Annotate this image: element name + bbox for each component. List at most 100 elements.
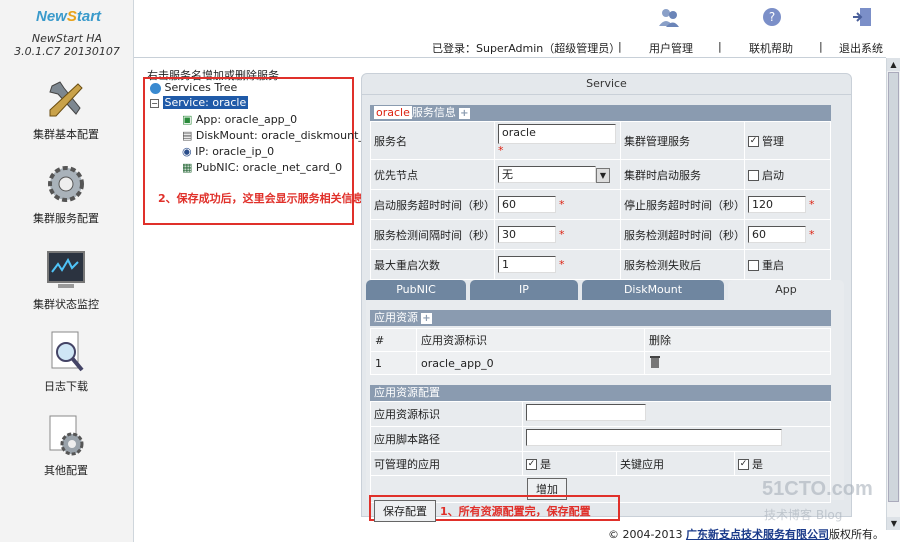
tree-pubnic-node[interactable]: ▦ PubNIC: oracle_net_card_0 xyxy=(182,161,342,174)
tab-pubnic[interactable]: PubNIC xyxy=(366,280,466,300)
stop-timeout-input[interactable]: 120 xyxy=(748,196,806,213)
add-icon[interactable]: + xyxy=(421,312,432,324)
priority-node-label: 优先节点 xyxy=(370,159,495,190)
start-timeout-input[interactable]: 60 xyxy=(498,196,556,213)
tree-disk-node[interactable]: ▤ DiskMount: oracle_diskmount_0 xyxy=(182,129,371,142)
magnifier-icon xyxy=(51,331,84,372)
footer: © 2004-2013 广东新支点技术服务有限公司版权所有。 xyxy=(608,528,884,541)
stop-timeout-label: 停止服务超时时间（秒） xyxy=(620,189,745,220)
service-info-header: oracle 服务信息 + xyxy=(370,105,831,121)
startup-checkbox[interactable] xyxy=(748,170,759,181)
col-delete: 删除 xyxy=(644,328,831,352)
script-path-label: 应用脚本路径 xyxy=(370,426,523,452)
sidebar-item-label: 日志下载 xyxy=(44,380,88,393)
col-id: 应用资源标识 xyxy=(416,328,645,352)
resource-id-input[interactable] xyxy=(526,404,646,421)
script-path-input[interactable] xyxy=(526,429,782,446)
priority-node-select[interactable]: 无 xyxy=(498,166,596,183)
service-name-input[interactable]: oracle xyxy=(498,124,616,144)
gear-icon xyxy=(48,166,84,202)
check-interval-input[interactable]: 30 xyxy=(498,226,556,243)
check-timeout-label: 服务检测超时时间（秒） xyxy=(620,219,745,250)
user-management-link[interactable]: 用户管理 xyxy=(649,40,693,56)
globe-icon xyxy=(150,82,161,94)
users-icon[interactable] xyxy=(658,6,680,28)
company-link[interactable]: 广东新支点技术服务有限公司 xyxy=(686,528,829,541)
restart-checkbox[interactable] xyxy=(748,260,759,271)
sidebar-item-label: 其他配置 xyxy=(44,464,88,477)
svg-text:?: ? xyxy=(769,10,775,24)
top-bar: 已登录：SuperAdmin（超级管理员） | 用户管理 | 联机帮助 | 退出… xyxy=(134,34,886,58)
save-config-button[interactable]: 保存配置 xyxy=(374,500,436,522)
tree-service-node[interactable]: − Service: oracle xyxy=(150,96,249,109)
key-app-checkbox[interactable]: ✓ xyxy=(738,459,749,470)
sidebar-item-basic-config[interactable]: 集群基本配置 xyxy=(10,78,122,142)
nic-icon: ▦ xyxy=(182,161,193,174)
app-window: NewStart NewStart HA 3.0.1.C7 20130107 集群… xyxy=(0,0,900,542)
sidebar: NewStart NewStart HA 3.0.1.C7 20130107 集群… xyxy=(0,0,134,542)
logged-in-text: 已登录：SuperAdmin（超级管理员） xyxy=(432,42,621,55)
table-row: 1 oracle_app_0 xyxy=(370,351,831,375)
check-timeout-input[interactable]: 60 xyxy=(748,226,806,243)
collapse-icon[interactable]: − xyxy=(150,98,159,108)
on-failure-label: 服务检测失败后 xyxy=(620,249,745,280)
scroll-up-icon[interactable]: ▲ xyxy=(887,58,900,71)
scroll-thumb[interactable] xyxy=(888,72,899,502)
col-num: # xyxy=(370,328,417,352)
sidebar-item-service-config[interactable]: 集群服务配置 xyxy=(10,162,122,226)
managed-checkbox[interactable]: ✓ xyxy=(748,136,759,147)
tab-ip[interactable]: IP xyxy=(470,280,578,300)
row-id: oracle_app_0 xyxy=(416,351,645,375)
app-resources-header: 应用资源 + xyxy=(370,310,831,326)
app-config-header: 应用资源配置 xyxy=(370,385,831,401)
service-info-form: 服务名 oracle * 集群管理服务 ✓ 管理 优先节点 无 ▼ 集群时启动服务 启… xyxy=(370,121,831,280)
tree-root[interactable]: Services Tree xyxy=(150,81,237,94)
logout-icon[interactable] xyxy=(851,6,873,28)
ip-icon: ◉ xyxy=(182,145,192,158)
separator: | xyxy=(718,40,722,53)
scroll-down-icon[interactable]: ▼ xyxy=(887,517,900,530)
max-retries-input[interactable]: 1 xyxy=(498,256,556,273)
chevron-down-icon[interactable]: ▼ xyxy=(596,167,610,183)
annotation-1: 1、所有资源配置完，保存配置 xyxy=(440,505,591,518)
logout-link[interactable]: 退出系统 xyxy=(839,40,883,56)
separator: | xyxy=(618,40,622,53)
monitor-icon xyxy=(47,251,85,288)
add-icon[interactable]: + xyxy=(458,107,470,119)
startup-label: 集群时启动服务 xyxy=(620,159,745,190)
managed-label: 集群管理服务 xyxy=(620,121,745,160)
online-help-link[interactable]: 联机帮助 xyxy=(749,40,793,56)
scrollbar[interactable]: ▲ ▼ xyxy=(886,58,900,530)
check-interval-label: 服务检测间隔时间（秒） xyxy=(370,219,495,250)
key-app-label: 关键应用 xyxy=(616,451,735,476)
tools-icon xyxy=(49,81,83,117)
start-timeout-label: 启动服务超时时间（秒） xyxy=(370,189,495,220)
help-icon[interactable]: ? xyxy=(761,6,783,28)
trash-icon[interactable] xyxy=(649,355,661,368)
sidebar-item-status-monitor[interactable]: 集群状态监控 xyxy=(10,248,122,312)
disk-icon: ▤ xyxy=(182,129,193,142)
annotation-2: 2、保存成功后，这里会显示服务相关信息 xyxy=(158,192,364,205)
row-num: 1 xyxy=(370,351,417,375)
tab-app[interactable]: App xyxy=(728,280,844,300)
service-name-label: 服务名 xyxy=(370,121,495,160)
sidebar-item-other-config[interactable]: 其他配置 xyxy=(10,414,122,478)
sidebar-item-label: 集群基本配置 xyxy=(33,128,99,141)
app-resources-table: # 应用资源标识 删除 1 oracle_app_0 xyxy=(370,328,831,375)
tab-diskmount[interactable]: DiskMount xyxy=(582,280,724,300)
max-retries-label: 最大重启次数 xyxy=(370,249,495,280)
resource-id-label: 应用资源标识 xyxy=(370,401,523,427)
manageable-checkbox[interactable]: ✓ xyxy=(526,459,537,470)
sidebar-item-label: 集群服务配置 xyxy=(33,212,99,225)
service-panel-title: Service xyxy=(361,73,852,95)
sidebar-item-log-download[interactable]: 日志下载 xyxy=(10,330,122,394)
top-icon-bar: ? xyxy=(134,0,900,34)
version-info: NewStart HA 3.0.1.C7 20130107 xyxy=(14,32,120,58)
app-icon: ▣ xyxy=(182,113,193,126)
logo: NewStart xyxy=(36,8,102,25)
tree-app-node[interactable]: ▣ App: oracle_app_0 xyxy=(182,113,297,126)
tree-ip-node[interactable]: ◉ IP: oracle_ip_0 xyxy=(182,145,274,158)
sidebar-item-label: 集群状态监控 xyxy=(33,298,99,311)
watermark: 51CTO.com xyxy=(762,478,873,500)
settings-gear-icon xyxy=(49,415,84,456)
